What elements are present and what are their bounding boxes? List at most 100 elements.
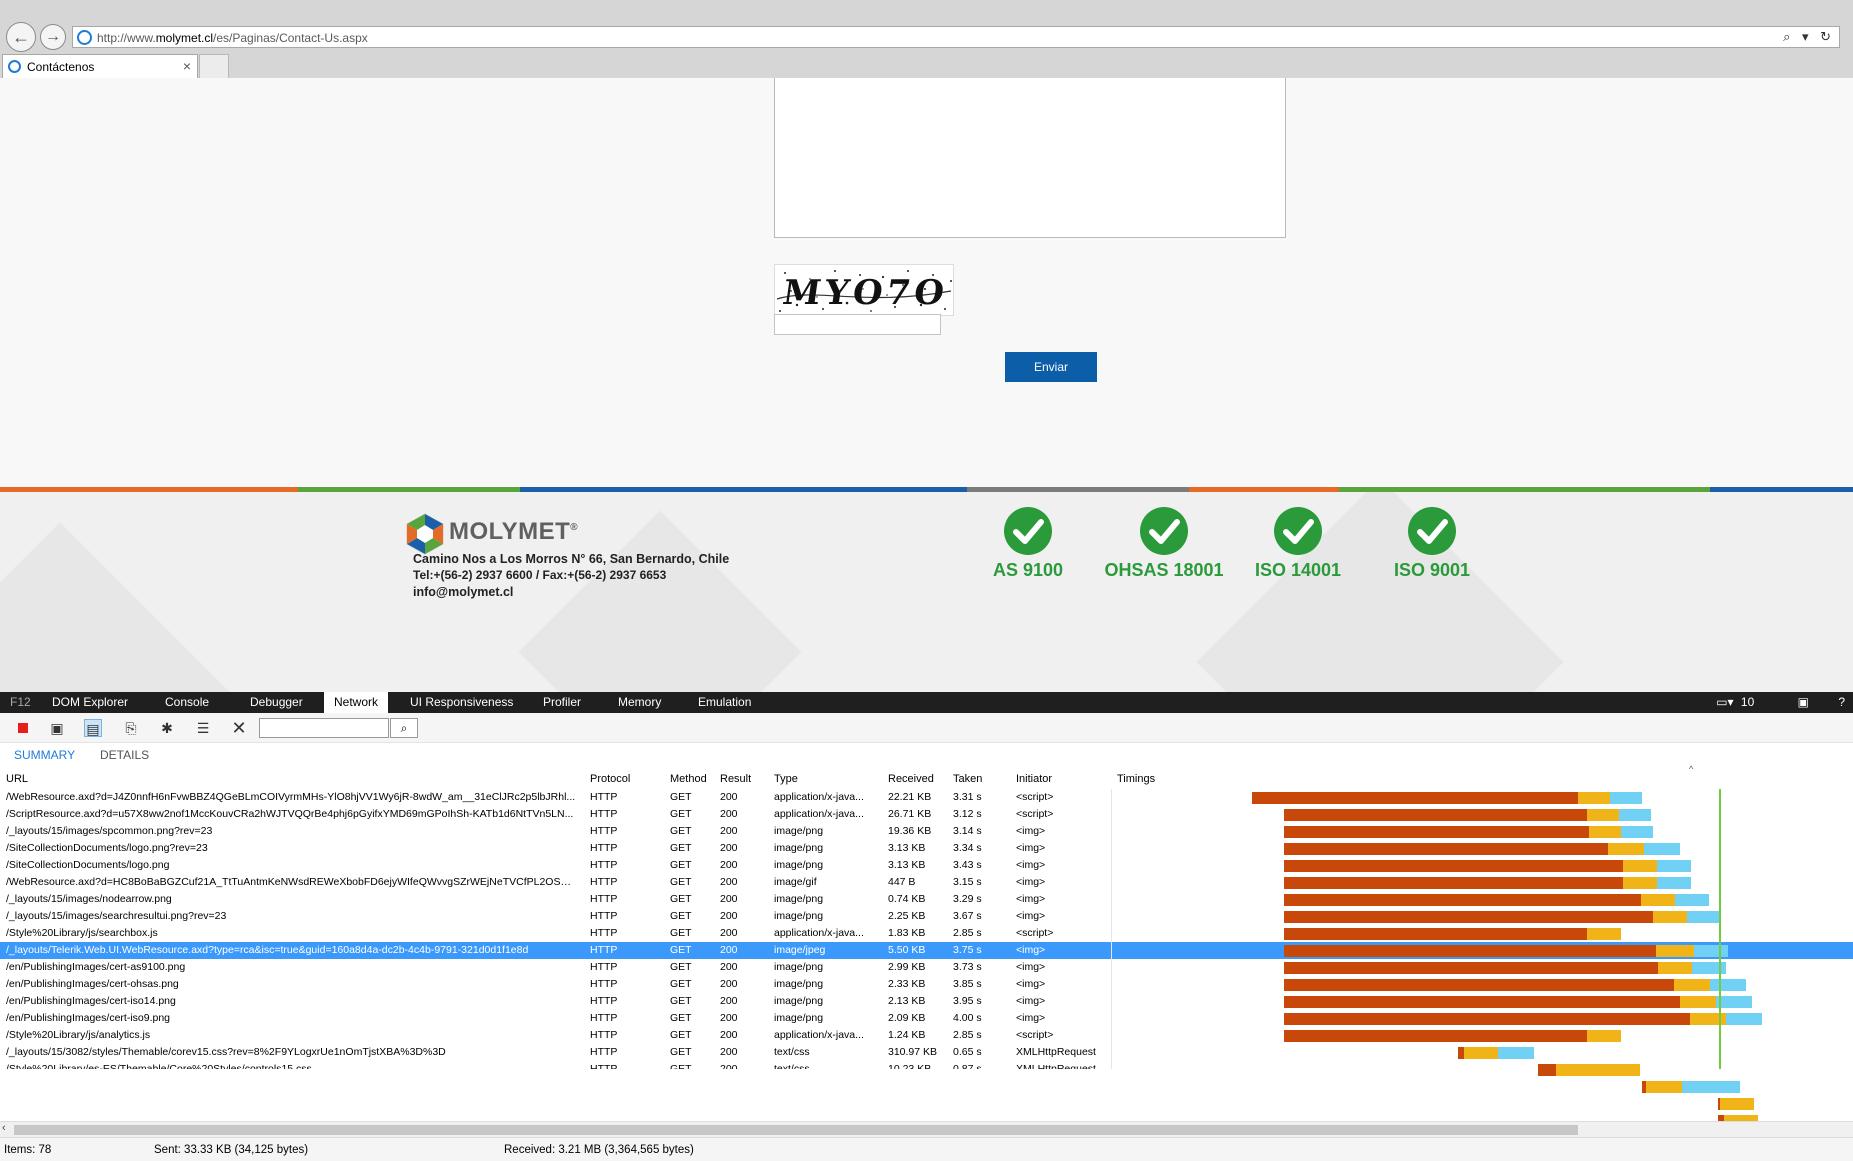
company-email[interactable]: info@molymet.cl bbox=[413, 585, 513, 599]
cert-label: ISO 14001 bbox=[1254, 560, 1342, 580]
request-received: 3.13 KB bbox=[888, 842, 926, 854]
tab-contactenos[interactable]: Contáctenos × bbox=[2, 54, 198, 78]
status-items: Items: 78 bbox=[4, 1144, 52, 1156]
col-received[interactable]: Received bbox=[888, 773, 934, 785]
request-received: 5.50 KB bbox=[888, 944, 926, 956]
tab-memory[interactable]: Memory bbox=[618, 692, 661, 713]
request-row[interactable]: /en/PublishingImages/cert-iso14.png HTTP G… bbox=[0, 993, 1853, 1010]
request-protocol: HTTP bbox=[590, 1029, 618, 1041]
request-row[interactable]: /SiteCollectionDocuments/logo.png?rev=23… bbox=[0, 840, 1853, 857]
request-row[interactable]: /en/PublishingImages/cert-ohsas.png HTTP G… bbox=[0, 976, 1853, 993]
request-initiator: XMLHttpRequest bbox=[1016, 1046, 1096, 1058]
request-result: 200 bbox=[720, 893, 738, 905]
scrollbar-thumb[interactable] bbox=[14, 1125, 1578, 1135]
cert-label: ISO 9001 bbox=[1393, 560, 1471, 580]
tab-ui-responsiveness[interactable]: UI Responsiveness bbox=[410, 692, 513, 713]
request-method: GET bbox=[670, 961, 692, 973]
new-tab-button[interactable] bbox=[199, 54, 229, 78]
request-method: GET bbox=[670, 1046, 692, 1058]
molymet-logo-mark bbox=[406, 513, 444, 555]
search-icon[interactable]: ⌕ bbox=[390, 718, 418, 738]
tab-close-icon[interactable]: × bbox=[183, 58, 191, 74]
console-toggle-icon[interactable]: ▣ bbox=[1798, 695, 1809, 709]
request-method: GET bbox=[670, 944, 692, 956]
save-icon[interactable]: ▣ bbox=[48, 719, 66, 737]
col-method[interactable]: Method bbox=[670, 773, 707, 785]
request-row[interactable]: /_layouts/15/images/spcommon.png?rev=23 H… bbox=[0, 823, 1853, 840]
request-type: application/x-java... bbox=[774, 808, 864, 820]
request-url: /SiteCollectionDocuments/logo.png?rev=23 bbox=[6, 842, 208, 854]
request-row[interactable]: /SiteCollectionDocuments/logo.png HTTP GET… bbox=[0, 857, 1853, 874]
request-initiator: <script> bbox=[1016, 1029, 1054, 1041]
clear-cache-icon[interactable]: ⎘ bbox=[122, 719, 140, 737]
address-bar[interactable]: http://www.molymet.cl/es/Paginas/Contact… bbox=[72, 26, 1840, 48]
request-row[interactable]: /Style%20Library/js/searchbox.js HTTP GET 2… bbox=[0, 925, 1853, 942]
request-row[interactable]: /Style%20Library/es-ES/Themable/Core%20S… bbox=[0, 1061, 1853, 1069]
green-check-icon bbox=[1140, 507, 1188, 555]
request-row[interactable]: /ScriptResource.axd?d=u57X8ww2nof1MccKou… bbox=[0, 806, 1853, 823]
request-row[interactable]: /Style%20Library/js/analytics.js HTTP GET 2… bbox=[0, 1027, 1853, 1044]
help-icon[interactable]: ? bbox=[1838, 695, 1845, 709]
request-row[interactable]: /_layouts/15/images/nodearrow.png HTTP GET… bbox=[0, 891, 1853, 908]
url-path: /es/Paginas/Contact-Us.aspx bbox=[213, 31, 368, 45]
subtab-details[interactable]: DETAILS bbox=[100, 748, 149, 762]
clear-cookies-icon[interactable]: ✱ bbox=[158, 719, 176, 737]
stop-recording-icon[interactable] bbox=[14, 719, 32, 737]
request-result: 200 bbox=[720, 859, 738, 871]
close-session-icon[interactable]: ✕ bbox=[230, 719, 248, 737]
request-protocol: HTTP bbox=[590, 842, 618, 854]
col-type[interactable]: Type bbox=[774, 773, 798, 785]
request-initiator: <img> bbox=[1016, 893, 1046, 905]
tab-network[interactable]: Network bbox=[324, 692, 389, 713]
request-row[interactable]: /_layouts/Telerik.Web.UI.WebResource.axd… bbox=[0, 942, 1853, 959]
url-domain: molymet.cl bbox=[155, 31, 214, 45]
document-mode-value[interactable]: 10 bbox=[1741, 695, 1754, 709]
tab-profiler[interactable]: Profiler bbox=[543, 692, 581, 713]
request-result: 200 bbox=[720, 791, 738, 803]
request-row[interactable]: /WebResource.axd?d=J4Z0nnfH6nFvwBBZ4QGeB… bbox=[0, 789, 1853, 806]
request-row[interactable]: /_layouts/15/images/searchresultui.png?r… bbox=[0, 908, 1853, 925]
search-refresh-icons[interactable]: ⌕ ▾ ↻ bbox=[1783, 29, 1835, 45]
clear-entries-icon[interactable]: ☰ bbox=[194, 719, 212, 737]
col-result[interactable]: Result bbox=[720, 773, 751, 785]
col-url[interactable]: URL bbox=[6, 773, 28, 785]
request-result: 200 bbox=[720, 978, 738, 990]
request-initiator: <img> bbox=[1016, 1012, 1046, 1024]
request-initiator: <img> bbox=[1016, 944, 1046, 956]
back-button[interactable]: ← bbox=[6, 22, 36, 52]
request-method: GET bbox=[670, 859, 692, 871]
tab-debugger[interactable]: Debugger bbox=[250, 692, 303, 713]
request-row[interactable]: /WebResource.axd?d=HC8BoBaBGZCuf21A_TtTu… bbox=[0, 874, 1853, 891]
f12-devtools: F12 DOM Explorer Console Debugger Networ… bbox=[0, 692, 1853, 1161]
request-url: /_layouts/15/3082/styles/Themable/corev1… bbox=[6, 1046, 446, 1058]
document-mode-icon[interactable]: ▭▾ bbox=[1716, 695, 1733, 709]
request-row[interactable]: /en/PublishingImages/cert-as9100.png HTTP… bbox=[0, 959, 1853, 976]
request-taken: 3.14 s bbox=[953, 825, 982, 837]
message-textarea[interactable] bbox=[774, 78, 1286, 238]
request-row[interactable]: /_layouts/15/3082/styles/Themable/corev1… bbox=[0, 1044, 1853, 1061]
captcha-input[interactable] bbox=[774, 314, 941, 335]
scroll-left-icon[interactable]: ‹ bbox=[2, 1122, 6, 1134]
send-button[interactable]: Enviar bbox=[1005, 352, 1097, 382]
request-method: GET bbox=[670, 842, 692, 854]
tab-emulation[interactable]: Emulation bbox=[698, 692, 751, 713]
always-refresh-icon[interactable]: ▤ bbox=[84, 719, 102, 737]
request-received: 26.71 KB bbox=[888, 808, 932, 820]
address-url[interactable]: http://www.molymet.cl/es/Paginas/Contact… bbox=[97, 31, 368, 45]
timing-bar-segment bbox=[1642, 1081, 1646, 1093]
horizontal-scrollbar[interactable]: ‹ bbox=[0, 1121, 1853, 1137]
col-timings[interactable]: Timings bbox=[1117, 773, 1155, 785]
filter-input[interactable] bbox=[259, 718, 389, 738]
tab-dom-explorer[interactable]: DOM Explorer bbox=[52, 692, 128, 713]
tab-console[interactable]: Console bbox=[165, 692, 209, 713]
request-protocol: HTTP bbox=[590, 927, 618, 939]
subtab-summary[interactable]: SUMMARY bbox=[14, 748, 75, 762]
col-taken[interactable]: Taken bbox=[953, 773, 982, 785]
request-result: 200 bbox=[720, 825, 738, 837]
network-toolbar: ▣ ▤ ⎘ ✱ ☰ ✕ ⌕ bbox=[0, 713, 1853, 743]
col-initiator[interactable]: Initiator bbox=[1016, 773, 1052, 785]
request-url: /_layouts/Telerik.Web.UI.WebResource.axd… bbox=[6, 944, 529, 956]
forward-button[interactable]: → bbox=[40, 24, 66, 50]
request-row[interactable]: /en/PublishingImages/cert-iso9.png HTTP GE… bbox=[0, 1010, 1853, 1027]
col-protocol[interactable]: Protocol bbox=[590, 773, 630, 785]
